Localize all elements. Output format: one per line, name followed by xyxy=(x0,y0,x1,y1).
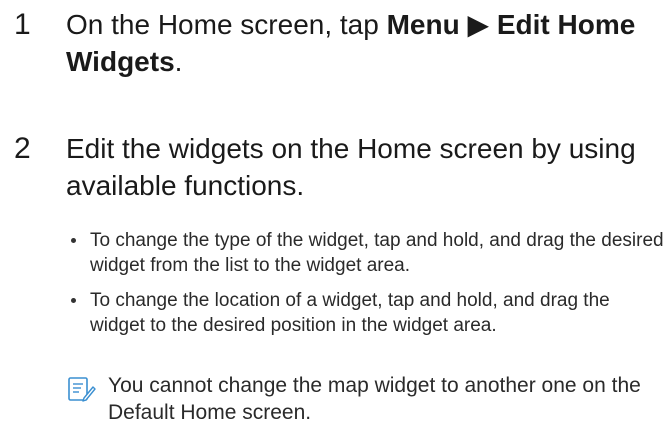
list-item: To change the location of a widget, tap … xyxy=(66,288,666,338)
step-number: 2 xyxy=(14,132,31,165)
bullet-text: To change the location of a widget, tap … xyxy=(90,290,610,336)
bullet-list: To change the type of the widget, tap an… xyxy=(66,228,666,348)
bullet-icon xyxy=(71,238,76,243)
step-1-prefix: On the Home screen, tap xyxy=(66,9,387,40)
step-2-text: Edit the widgets on the Home screen by u… xyxy=(66,133,636,201)
arrow-icon: ▶ xyxy=(467,9,490,40)
note: You cannot change the map widget to anot… xyxy=(66,372,666,428)
note-icon xyxy=(68,377,96,402)
list-item: To change the type of the widget, tap an… xyxy=(66,228,666,278)
menu-label: Menu xyxy=(386,9,460,40)
step-number: 1 xyxy=(14,8,31,41)
bullet-icon xyxy=(71,298,76,303)
step-1-text: On the Home screen, tap Menu ▶ Edit Home… xyxy=(66,6,656,80)
step-1-suffix: . xyxy=(174,46,183,77)
note-text: You cannot change the map widget to anot… xyxy=(108,374,641,424)
bullet-text: To change the type of the widget, tap an… xyxy=(90,230,664,276)
